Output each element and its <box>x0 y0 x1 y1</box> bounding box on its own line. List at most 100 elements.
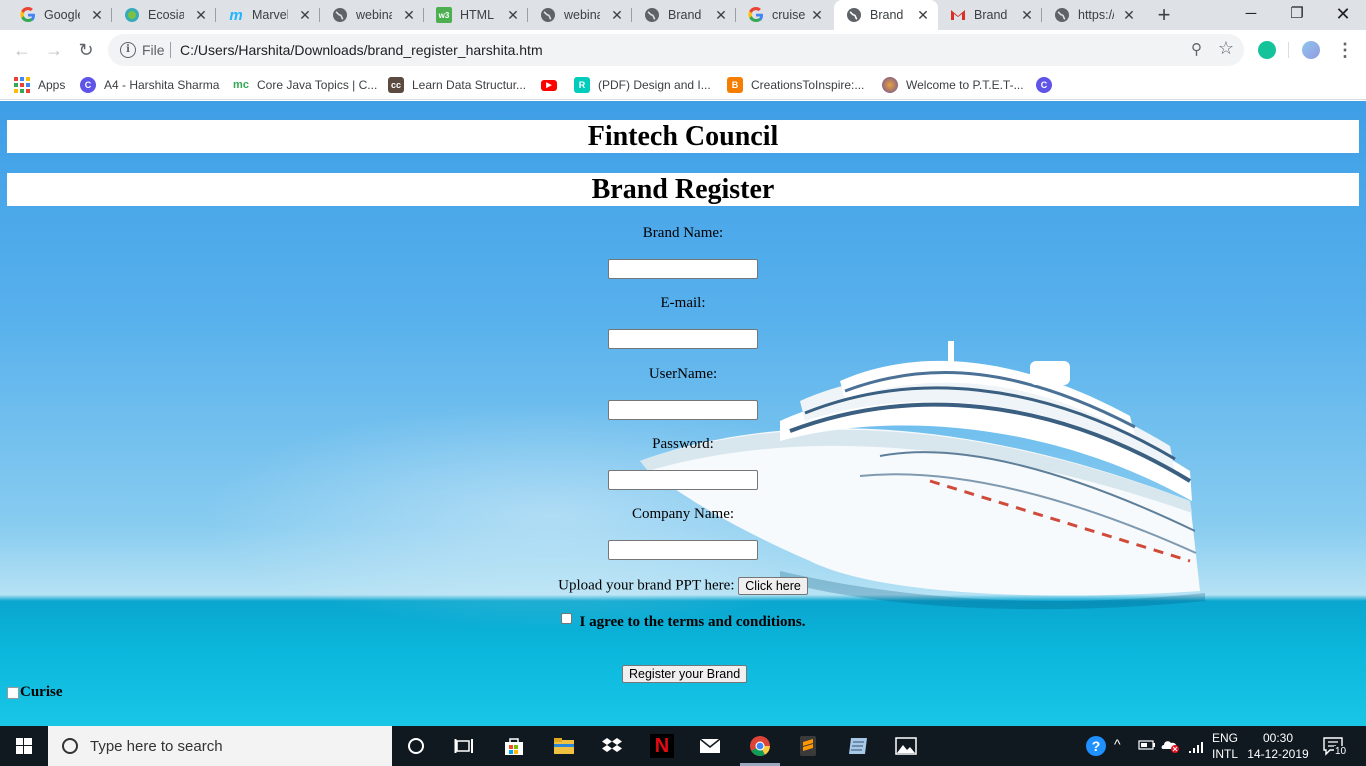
upload-button[interactable]: Click here <box>738 577 808 595</box>
tab-gmail[interactable]: Brand E ✕ <box>938 0 1042 30</box>
help-icon[interactable]: ? <box>1084 734 1108 758</box>
tab-title: Brand R <box>668 8 704 22</box>
new-tab-button[interactable]: + <box>1152 4 1176 26</box>
terms-checkbox[interactable] <box>560 613 572 624</box>
email-input[interactable] <box>608 329 758 349</box>
company-name-input[interactable] <box>608 540 758 560</box>
close-icon[interactable]: ✕ <box>402 8 416 22</box>
page-title: Fintech Council <box>7 120 1359 153</box>
tab-ecosia[interactable]: Ecosia ✕ <box>112 0 216 30</box>
broken-image-icon <box>7 686 19 699</box>
forward-button[interactable]: → <box>42 38 66 62</box>
bookmark-canva[interactable]: C <box>1036 75 1060 95</box>
tab-strip: Google ✕ Ecosia ✕ m Marvel ✕ webina ✕ w3… <box>0 0 1366 30</box>
restore-button[interactable]: ❐ <box>1274 0 1320 30</box>
username-label: UserName: <box>648 366 718 382</box>
broken-image: Curise <box>7 684 63 701</box>
bookmark-data-structures[interactable]: cc Learn Data Structur... <box>388 75 526 95</box>
close-icon[interactable]: ✕ <box>1020 8 1034 22</box>
close-window-button[interactable]: ✕ <box>1320 0 1366 30</box>
brand-name-input[interactable] <box>608 259 758 279</box>
dropbox-icon[interactable] <box>600 734 624 758</box>
bookmark-researchgate[interactable]: R (PDF) Design and I... <box>574 75 711 95</box>
tab-webinar-2[interactable]: webina ✕ <box>528 0 632 30</box>
close-icon[interactable]: ✕ <box>916 8 930 22</box>
bookmark-youtube[interactable]: ▶ <box>541 75 565 95</box>
tab-google[interactable]: Google ✕ <box>8 0 112 30</box>
battery-icon[interactable] <box>1138 738 1156 766</box>
profile-avatar[interactable] <box>1302 41 1320 59</box>
bookmark-a4[interactable]: C A4 - Harshita Sharma <box>80 75 219 95</box>
tab-title: Marvel <box>252 8 288 22</box>
tab-html[interactable]: w3 HTML T ✕ <box>424 0 528 30</box>
tab-webinar-1[interactable]: webina ✕ <box>320 0 424 30</box>
sublime-icon[interactable] <box>796 734 820 758</box>
tab-brand-register-active[interactable]: Brand R ✕ <box>834 0 938 30</box>
store-icon[interactable] <box>502 734 526 758</box>
close-icon[interactable]: ✕ <box>810 8 824 22</box>
zoom-icon[interactable]: ⚲ <box>1191 40 1202 58</box>
page-viewport: Fintech Council Brand Register Brand Nam… <box>0 101 1366 726</box>
back-button[interactable]: ← <box>10 38 34 62</box>
bookmark-star-icon[interactable]: ☆ <box>1218 38 1234 59</box>
chrome-icon[interactable] <box>748 734 772 758</box>
tab-https[interactable]: https:// ✕ <box>1042 0 1144 30</box>
close-icon[interactable]: ✕ <box>714 8 728 22</box>
scheme-label: File <box>142 42 165 58</box>
password-label: Password: <box>652 436 714 452</box>
tab-title: Ecosia <box>148 8 184 22</box>
taskbar-search[interactable]: Type here to search <box>48 726 392 766</box>
task-view-icon[interactable] <box>452 734 476 758</box>
username-input[interactable] <box>608 400 758 420</box>
google-icon <box>748 7 764 23</box>
windows-logo-icon <box>16 738 32 754</box>
minimize-button[interactable]: ─ <box>1228 0 1274 30</box>
address-bar[interactable]: i File C:/Users/Harshita/Downloads/brand… <box>108 34 1244 66</box>
tab-title: Brand R <box>870 8 906 22</box>
tab-title: webina <box>564 8 600 22</box>
photos-icon[interactable] <box>894 734 918 758</box>
google-icon <box>20 7 36 23</box>
bookmark-core-java[interactable]: mc Core Java Topics | C... <box>233 75 377 95</box>
toolbar-divider <box>1288 42 1289 58</box>
bookmark-creations[interactable]: B CreationsToInspire:... <box>727 75 864 95</box>
password-input[interactable] <box>608 470 758 490</box>
close-icon[interactable]: ✕ <box>610 8 624 22</box>
bookmark-ptet[interactable]: Welcome to P.T.E.T-... <box>882 75 1024 95</box>
cortana-icon[interactable] <box>404 734 428 758</box>
emblem-icon <box>882 77 898 93</box>
chevron-up-icon[interactable]: ^ <box>1114 736 1121 766</box>
svg-text:?: ? <box>1092 738 1101 754</box>
url-text[interactable]: C:/Users/Harshita/Downloads/brand_regist… <box>180 42 543 58</box>
bookmark-apps[interactable]: Apps <box>14 75 65 95</box>
tab-brand-register-1[interactable]: Brand R ✕ <box>632 0 736 30</box>
grammarly-icon[interactable] <box>1258 41 1276 59</box>
start-button[interactable] <box>0 726 48 766</box>
register-button[interactable]: Register your Brand <box>622 665 748 683</box>
onedrive-icon[interactable] <box>1160 737 1180 766</box>
mail-icon[interactable] <box>698 734 722 758</box>
notepad-icon[interactable] <box>846 734 870 758</box>
tab-marvel[interactable]: m Marvel ✕ <box>216 0 320 30</box>
globe-icon <box>332 7 348 23</box>
bookmarks-bar: Apps C A4 - Harshita Sharma mc Core Java… <box>0 70 1366 100</box>
apps-grid-icon <box>14 77 30 93</box>
netflix-icon[interactable]: N <box>650 734 674 758</box>
file-explorer-icon[interactable] <box>552 734 576 758</box>
notification-center[interactable]: 10 <box>1322 736 1348 758</box>
close-icon[interactable]: ✕ <box>194 8 208 22</box>
reload-button[interactable]: ↻ <box>74 38 98 62</box>
close-icon[interactable]: ✕ <box>90 8 104 22</box>
close-icon[interactable]: ✕ <box>298 8 312 22</box>
clock[interactable]: 00:30 14-12-2019 <box>1246 730 1310 766</box>
wifi-icon[interactable] <box>1188 738 1206 766</box>
close-icon[interactable]: ✕ <box>506 8 520 22</box>
tab-title: webina <box>356 8 392 22</box>
info-icon[interactable]: i <box>120 42 136 58</box>
tab-title: Google <box>44 8 80 22</box>
globe-icon <box>644 7 660 23</box>
menu-icon[interactable]: ⋮ <box>1336 40 1354 60</box>
language-indicator[interactable]: ENG INTL <box>1212 730 1242 766</box>
tab-cruise[interactable]: cruise i ✕ <box>736 0 832 30</box>
close-icon[interactable]: ✕ <box>1122 8 1136 22</box>
